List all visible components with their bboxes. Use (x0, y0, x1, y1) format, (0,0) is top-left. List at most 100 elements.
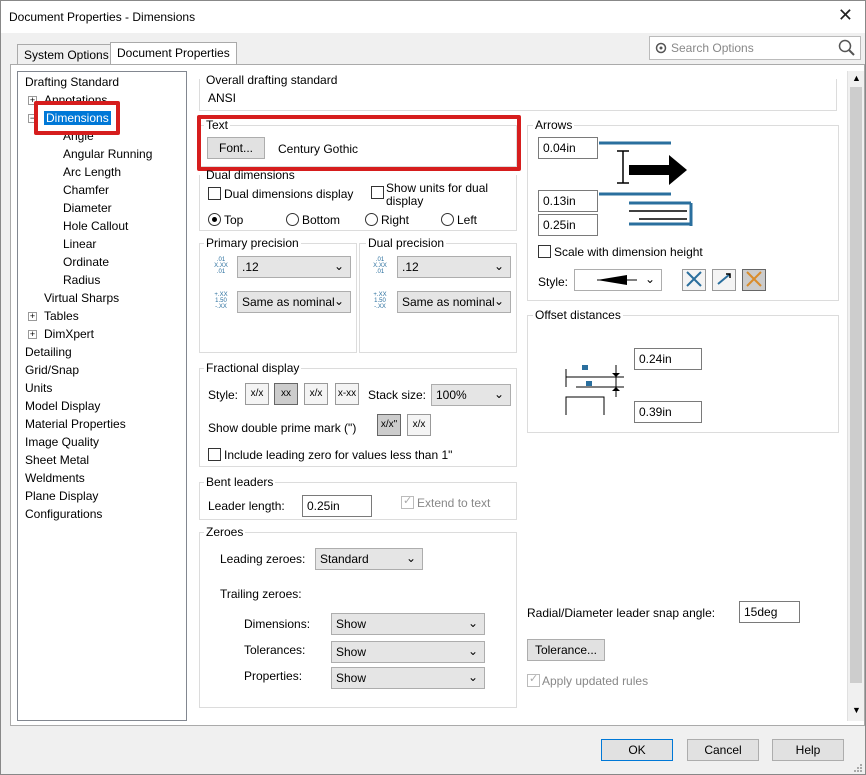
help-button[interactable]: Help (772, 739, 844, 761)
tree-item-detailing[interactable]: Detailing (25, 344, 72, 361)
overall-standard-value: ANSI (208, 91, 237, 105)
scroll-up-icon[interactable]: ▲ (852, 73, 861, 83)
trailing-properties-select[interactable]: Show ⌄ (331, 667, 485, 689)
arrows-inside-button[interactable] (682, 269, 706, 291)
tree-item-tables[interactable]: Tables (44, 308, 79, 325)
primary-tolerance-precision-select[interactable]: Same as nominal ⌄ (237, 291, 351, 313)
filled-arrow-icon (597, 275, 637, 285)
fraction-style-diagonal-button[interactable]: x/x (304, 383, 328, 405)
highlight-box-dimensions (34, 101, 120, 135)
radial-snap-angle-label: Radial/Diameter leader snap angle: (527, 606, 716, 620)
chevron-down-icon: ⌄ (333, 294, 344, 308)
tree-item-sheet-metal[interactable]: Sheet Metal (25, 452, 89, 469)
resize-grip-icon[interactable] (851, 761, 863, 773)
leader-length-input[interactable]: 0.25in (302, 495, 372, 517)
arrows-inside-icon (686, 271, 702, 287)
tree-item-angular-running[interactable]: Angular Running (63, 146, 152, 163)
select-value: Same as nominal (402, 295, 495, 309)
tree-item-configurations[interactable]: Configurations (25, 506, 102, 523)
extend-to-text-checkbox[interactable]: ✓ (401, 495, 414, 509)
tree-item-chamfer[interactable]: Chamfer (63, 182, 109, 199)
dual-precision-select[interactable]: .12 ⌄ (397, 256, 511, 278)
leading-zero-checkbox[interactable] (208, 448, 221, 461)
double-prime-label: Show double prime mark (") (208, 421, 357, 435)
tree-item-ordinate[interactable]: Ordinate (63, 254, 109, 271)
tree-item-weldments[interactable]: Weldments (25, 470, 85, 487)
zeroes-label: Zeroes (204, 525, 246, 539)
arrows-outside-button[interactable] (712, 269, 736, 291)
tolerance-precision-icon: +.XX 1.50 -.XX (367, 292, 393, 310)
arrow-style-select[interactable]: ⌄ (574, 269, 662, 291)
arrow-width-input[interactable]: 0.04in (538, 137, 598, 159)
arrow-height-input[interactable]: 0.13in (538, 190, 598, 212)
tree-item-material-properties[interactable]: Material Properties (25, 416, 126, 433)
title-bar: Document Properties - Dimensions ✕ (1, 1, 865, 33)
tree-item-arc-length[interactable]: Arc Length (63, 164, 121, 181)
apply-updated-rules-label: Apply updated rules (542, 674, 649, 688)
tab-document-properties[interactable]: Document Properties (110, 42, 237, 65)
fraction-style-stacked-button[interactable]: xx (274, 383, 298, 405)
fraction-style-inline-button[interactable]: x/x (245, 383, 269, 405)
tree-item-linear[interactable]: Linear (63, 236, 96, 253)
radio-top[interactable] (208, 213, 221, 226)
select-value: Show (336, 617, 367, 631)
scroll-down-icon[interactable]: ▼ (852, 705, 861, 715)
vertical-scrollbar[interactable]: ▲ ▼ (847, 71, 864, 721)
leading-zeroes-select[interactable]: Standard ⌄ (315, 548, 423, 570)
dual-precision-label: Dual precision (366, 236, 447, 250)
tree-item-virtual-sharps[interactable]: Virtual Sharps (44, 290, 119, 307)
radio-left[interactable] (441, 213, 454, 226)
arrow-length-input[interactable]: 0.25in (538, 214, 598, 236)
tree-item-radius[interactable]: Radius (63, 272, 100, 289)
tree-item-grid-snap[interactable]: Grid/Snap (25, 362, 79, 379)
fraction-style-dash-button[interactable]: x-xx (335, 383, 359, 405)
show-units-checkbox[interactable] (371, 186, 384, 199)
scale-with-height-label: Scale with dimension height (554, 245, 703, 259)
trailing-dimensions-select[interactable]: Show ⌄ (331, 613, 485, 635)
radio-bottom[interactable] (286, 213, 299, 226)
tree-item-image-quality[interactable]: Image Quality (25, 434, 99, 451)
search-box[interactable]: Search Options (649, 36, 861, 60)
expand-icon[interactable]: + (28, 330, 37, 339)
offset-distance-1-input[interactable]: 0.24in (634, 348, 702, 370)
arrows-smart-button[interactable] (742, 269, 766, 291)
precision-icon-text: .01 (216, 269, 226, 275)
trailing-zeroes-label: Trailing zeroes: (220, 587, 302, 601)
dual-tolerance-precision-select[interactable]: Same as nominal ⌄ (397, 291, 511, 313)
double-prime-off-button[interactable]: x/x (407, 414, 431, 436)
tree-item-dimxpert[interactable]: DimXpert (44, 326, 94, 343)
tree-item-plane-display[interactable]: Plane Display (25, 488, 98, 505)
offset-distance-2-input[interactable]: 0.39in (634, 401, 702, 423)
chevron-down-icon: ⌄ (493, 259, 504, 273)
chevron-down-icon: ⌄ (333, 259, 344, 273)
ok-button[interactable]: OK (601, 739, 673, 761)
trailing-dimensions-label: Dimensions: (244, 617, 311, 631)
radio-right[interactable] (365, 213, 378, 226)
arrows-outside-icon (717, 273, 731, 285)
dual-display-checkbox[interactable] (208, 187, 221, 200)
stack-size-select[interactable]: 100% ⌄ (431, 384, 511, 406)
tree-item-hole-callout[interactable]: Hole Callout (63, 218, 128, 235)
primary-precision-select[interactable]: .12 ⌄ (237, 256, 351, 278)
select-value: Show (336, 671, 367, 685)
search-icon[interactable] (838, 39, 856, 57)
tree-item-model-display[interactable]: Model Display (25, 398, 100, 415)
tree-item-units[interactable]: Units (25, 380, 52, 397)
chevron-down-icon: ⌄ (467, 670, 478, 684)
tolerance-button[interactable]: Tolerance... (527, 639, 605, 661)
tree-item-diameter[interactable]: Diameter (63, 200, 112, 217)
arrow-diagram-icon (599, 141, 693, 226)
close-icon[interactable]: ✕ (838, 5, 853, 26)
scale-with-height-checkbox[interactable] (538, 245, 551, 258)
double-prime-on-button[interactable]: x/x" (377, 414, 401, 436)
cancel-button[interactable]: Cancel (687, 739, 759, 761)
select-value: Standard (320, 552, 369, 566)
expand-icon[interactable]: + (28, 312, 37, 321)
fractional-display-label: Fractional display (204, 361, 302, 375)
trailing-tolerances-select[interactable]: Show ⌄ (331, 641, 485, 663)
scrollbar-thumb[interactable] (850, 87, 862, 683)
apply-updated-rules-checkbox[interactable]: ✓ (527, 673, 540, 687)
tab-system-options[interactable]: System Options (17, 44, 116, 65)
tree-item-drafting-standard[interactable]: Drafting Standard (25, 74, 119, 91)
radial-snap-angle-input[interactable]: 15deg (739, 601, 800, 623)
